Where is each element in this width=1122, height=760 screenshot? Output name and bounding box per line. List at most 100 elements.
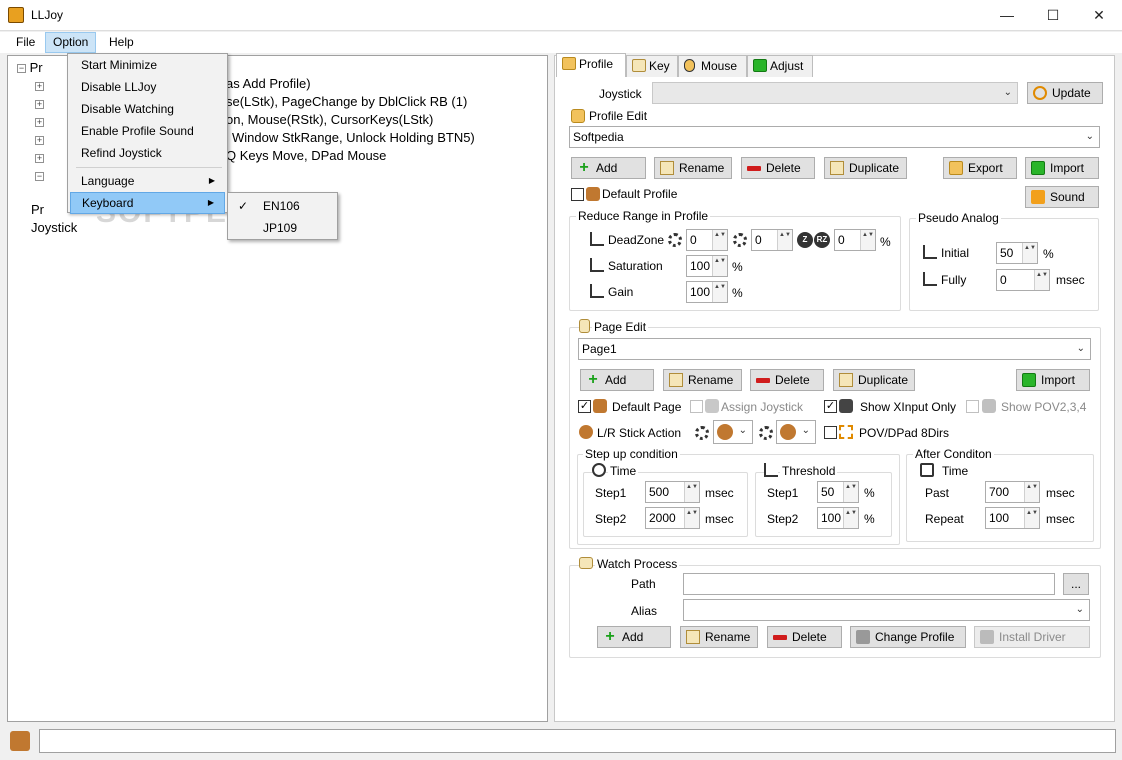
spin-arrows-icon[interactable]: ▲▼ <box>1024 482 1039 502</box>
repeat-input[interactable]: 100 ▲▼ <box>985 507 1040 529</box>
threshold-step2-input[interactable]: 100 ▲▼ <box>817 507 859 529</box>
page-add-button[interactable]: + Add <box>580 369 654 391</box>
tab-key[interactable]: Key <box>626 55 678 77</box>
import-button[interactable]: Import <box>1025 157 1099 179</box>
joystick-select[interactable]: ⌄ <box>652 82 1018 104</box>
minimize-button[interactable]: — <box>984 0 1030 31</box>
export-button[interactable]: Export <box>943 157 1017 179</box>
menu-start-minimize[interactable]: Start Minimize <box>70 54 225 76</box>
profile-rename-button[interactable]: Rename <box>654 157 732 179</box>
tree-root-2[interactable]: Pr <box>31 201 44 219</box>
maximize-button[interactable]: ☐ <box>1030 0 1076 31</box>
spin-arrows-icon[interactable]: ▲▼ <box>1022 243 1037 263</box>
tab-adjust[interactable]: Adjust <box>747 55 813 77</box>
tree-joystick[interactable]: Joystick <box>31 219 77 237</box>
profile-duplicate-button[interactable]: Duplicate <box>824 157 907 179</box>
menu-help[interactable]: Help <box>102 32 141 53</box>
browse-button[interactable]: ... <box>1063 573 1089 595</box>
expand-icon[interactable]: + <box>35 82 44 92</box>
watch-delete-button[interactable]: Delete <box>767 626 842 648</box>
sound-button[interactable]: Sound <box>1025 186 1099 208</box>
saturation-input[interactable]: 100 ▲▼ <box>686 255 728 277</box>
assign-joystick-checkbox[interactable] <box>690 400 703 413</box>
menu-disable-watching[interactable]: Disable Watching <box>70 98 225 120</box>
left-stick-action-select[interactable]: ⌄ <box>713 420 753 444</box>
initial-input[interactable]: 50 ▲▼ <box>996 242 1038 264</box>
tab-profile[interactable]: Profile <box>556 53 626 77</box>
menu-refind-joystick[interactable]: Refind Joystick <box>70 142 225 164</box>
spin-arrows-icon[interactable]: ▲▼ <box>712 230 727 250</box>
spin-arrows-icon[interactable]: ▲▼ <box>843 482 858 502</box>
tree-node[interactable]: + <box>35 131 44 149</box>
profile-select[interactable]: Softpedia ⌄ <box>569 126 1100 148</box>
spin-arrows-icon[interactable]: ▲▼ <box>1024 508 1039 528</box>
default-profile-checkbox[interactable] <box>571 188 584 201</box>
tree-node-label-4[interactable]: Window StkRange, Unlock Holding BTN5) <box>232 129 475 147</box>
tree-node[interactable]: + <box>35 149 44 167</box>
deadzone-left-input[interactable]: 0 ▲▼ <box>686 229 728 251</box>
tree-node-label-3[interactable]: on, Mouse(RStk), CursorKeys(LStk) <box>226 111 433 129</box>
collapse-icon[interactable]: − <box>17 64 26 74</box>
menu-keyboard[interactable]: Keyboard ▶ <box>70 192 225 214</box>
install-driver-button[interactable]: Install Driver <box>974 626 1090 648</box>
tree-node-label-2[interactable]: se(LStk), PageChange by DblClick RB (1) <box>226 93 467 111</box>
expand-icon[interactable]: + <box>35 118 44 128</box>
keyboard-jp109[interactable]: JP109 <box>230 217 335 239</box>
expand-icon[interactable]: + <box>35 154 44 164</box>
expand-icon[interactable]: + <box>35 100 44 110</box>
tab-mouse[interactable]: Mouse <box>678 55 747 77</box>
change-profile-button[interactable]: Change Profile <box>850 626 966 648</box>
update-button[interactable]: Update <box>1027 82 1103 104</box>
watch-rename-button[interactable]: Rename <box>680 626 758 648</box>
tree-node[interactable]: + <box>35 95 44 113</box>
expand-icon[interactable]: + <box>35 136 44 146</box>
menu-option[interactable]: Option <box>45 32 97 53</box>
pov-dpad-checkbox[interactable] <box>824 426 837 439</box>
tree-root-profiles[interactable]: − Pr <box>17 59 43 77</box>
page-delete-button[interactable]: Delete <box>750 369 824 391</box>
dpad-icon <box>982 399 996 413</box>
tree-node-label-1[interactable]: as Add Profile) <box>226 75 311 93</box>
spin-arrows-icon[interactable]: ▲▼ <box>684 508 699 528</box>
alias-select[interactable]: ⌄ <box>683 599 1090 621</box>
close-button[interactable]: ✕ <box>1076 0 1122 31</box>
spin-arrows-icon[interactable]: ▲▼ <box>684 482 699 502</box>
spin-arrows-icon[interactable]: ▲▼ <box>860 230 875 250</box>
gain-input[interactable]: 100 ▲▼ <box>686 281 728 303</box>
page-select[interactable]: Page1 ⌄ <box>578 338 1091 360</box>
page-duplicate-button[interactable]: Duplicate <box>833 369 915 391</box>
spin-arrows-icon[interactable]: ▲▼ <box>777 230 792 250</box>
profile-delete-button[interactable]: Delete <box>741 157 815 179</box>
page-import-button[interactable]: Import <box>1016 369 1090 391</box>
path-input[interactable] <box>683 573 1055 595</box>
page-rename-button[interactable]: Rename <box>663 369 742 391</box>
tree-node[interactable]: − <box>35 167 44 185</box>
collapse-icon[interactable]: − <box>35 172 44 182</box>
menu-file[interactable]: File <box>9 32 42 53</box>
deadzone-z-input[interactable]: 0 ▲▼ <box>834 229 876 251</box>
time-step1-input[interactable]: 500 ▲▼ <box>645 481 700 503</box>
spin-arrows-icon[interactable]: ▲▼ <box>843 508 858 528</box>
tree-node[interactable]: + <box>35 77 44 95</box>
menu-enable-profile-sound[interactable]: Enable Profile Sound <box>70 120 225 142</box>
deadzone-right-input[interactable]: 0 ▲▼ <box>751 229 793 251</box>
default-page-checkbox[interactable]: ✓ <box>578 400 591 413</box>
export-folder-icon <box>949 161 963 175</box>
threshold-step1-input[interactable]: 50 ▲▼ <box>817 481 859 503</box>
tree-node[interactable]: + <box>35 113 44 131</box>
tree-node-label-5[interactable]: Q Keys Move, DPad Mouse <box>226 147 386 165</box>
show-xinput-checkbox[interactable]: ✓ <box>824 400 837 413</box>
spin-arrows-icon[interactable]: ▲▼ <box>712 282 727 302</box>
fully-input[interactable]: 0 ▲▼ <box>996 269 1050 291</box>
menu-disable-lljoy[interactable]: Disable LLJoy <box>70 76 225 98</box>
menu-language[interactable]: Language ▶ <box>70 170 225 192</box>
past-input[interactable]: 700 ▲▼ <box>985 481 1040 503</box>
profile-add-button[interactable]: + Add <box>571 157 646 179</box>
keyboard-en106[interactable]: ✓ EN106 <box>230 195 335 217</box>
watch-add-button[interactable]: + Add <box>597 626 671 648</box>
time-step2-input[interactable]: 2000 ▲▼ <box>645 507 700 529</box>
right-stick-action-select[interactable]: ⌄ <box>776 420 816 444</box>
spin-arrows-icon[interactable]: ▲▼ <box>712 256 727 276</box>
show-pov-checkbox[interactable] <box>966 400 979 413</box>
spin-arrows-icon[interactable]: ▲▼ <box>1034 270 1049 290</box>
